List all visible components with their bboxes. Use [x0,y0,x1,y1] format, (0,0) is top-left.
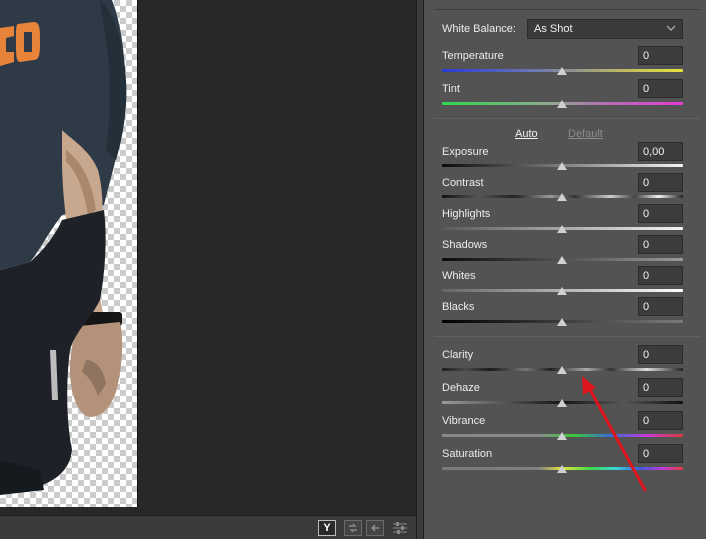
dehaze-input[interactable] [638,378,683,397]
clarity-label: Clarity [442,349,474,361]
highlights-input[interactable] [638,204,683,223]
auto-button[interactable]: Auto [515,128,538,140]
section-divider [434,118,700,119]
clarity-slider-thumb[interactable] [557,366,567,374]
temperature-label: Temperature [442,50,504,62]
basic-adjustments-panel: White Balance: As Shot Temperature Tint … [424,0,706,539]
copy-settings-icon [370,524,379,532]
shadows-label: Shadows [442,239,488,251]
dehaze-slider-thumb[interactable] [557,399,567,407]
white-balance-dropdown[interactable]: As Shot [527,19,683,39]
tint-input[interactable] [638,79,683,98]
image-canvas[interactable] [0,0,416,515]
image-preview[interactable] [0,0,138,507]
tint-slider-thumb[interactable] [557,100,567,108]
saturation-input[interactable] [638,444,683,463]
before-after-toggle-button[interactable]: Y [318,520,336,536]
sliders-icon [393,522,407,534]
shadows-slider-thumb[interactable] [557,256,567,264]
highlights-slider-thumb[interactable] [557,225,567,233]
temperature-slider-thumb[interactable] [557,67,567,75]
highlights-label: Highlights [442,208,491,220]
tint-label: Tint [442,83,460,95]
chevron-down-icon [666,25,676,31]
person-photo [0,0,127,495]
swap-before-after-button[interactable] [344,520,362,536]
whites-label: Whites [442,270,476,282]
swap-icon [349,523,357,533]
saturation-label: Saturation [442,448,493,460]
preview-settings-button[interactable] [391,520,409,536]
contrast-input[interactable] [638,173,683,192]
vibrance-slider-thumb[interactable] [557,432,567,440]
section-divider [434,336,700,337]
default-button[interactable]: Default [568,128,603,140]
temperature-input[interactable] [638,46,683,65]
white-balance-label: White Balance: [442,23,516,35]
contrast-label: Contrast [442,177,484,189]
panel-divider[interactable] [416,0,424,539]
copy-settings-button[interactable] [366,520,384,536]
compare-label: Y [323,522,331,534]
vibrance-input[interactable] [638,411,683,430]
exposure-input[interactable] [638,142,683,161]
white-balance-value: As Shot [534,23,573,35]
panel-header-divider [434,0,700,10]
exposure-slider-thumb[interactable] [557,162,567,170]
blacks-label: Blacks [442,301,475,313]
exposure-label: Exposure [442,146,489,158]
whites-slider-thumb[interactable] [557,287,567,295]
shadows-input[interactable] [638,235,683,254]
vibrance-label: Vibrance [442,415,486,427]
canvas-toolbar: Y [0,515,424,539]
blacks-input[interactable] [638,297,683,316]
saturation-slider-thumb[interactable] [557,465,567,473]
contrast-slider-thumb[interactable] [557,193,567,201]
clarity-input[interactable] [638,345,683,364]
whites-input[interactable] [638,266,683,285]
blacks-slider-thumb[interactable] [557,318,567,326]
dehaze-label: Dehaze [442,382,480,394]
